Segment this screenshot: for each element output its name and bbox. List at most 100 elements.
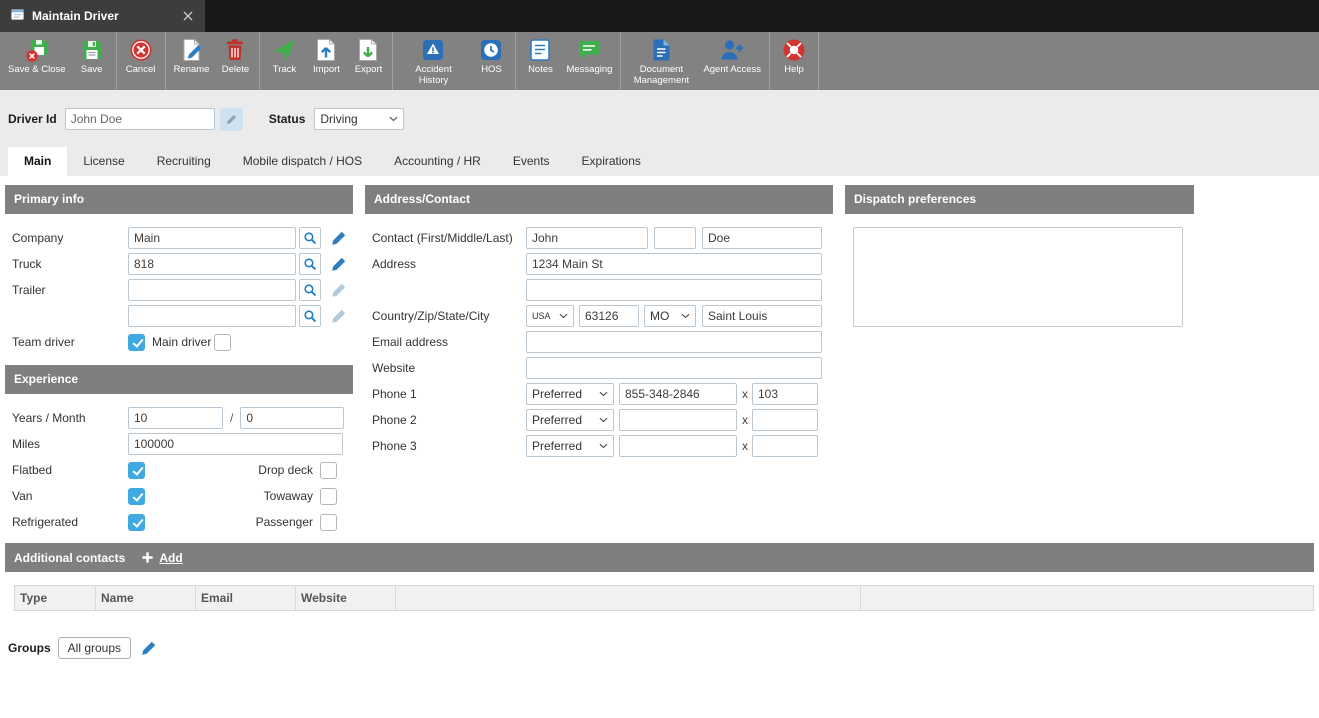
groups-edit-icon[interactable] (140, 640, 157, 657)
phone2-row: Phone 2 Preferred x (365, 407, 833, 433)
years-input[interactable] (128, 407, 223, 429)
drop-deck-checkbox[interactable] (320, 462, 337, 479)
search-icon (303, 257, 317, 271)
phone2-number-input[interactable] (619, 409, 737, 431)
close-icon[interactable] (181, 9, 195, 23)
trailer2-input[interactable] (128, 305, 296, 327)
notes-button[interactable]: Notes (519, 32, 561, 90)
tab-accounting-hr[interactable]: Accounting / HR (378, 147, 497, 176)
toolbar-button-label: Delete (222, 64, 249, 75)
years-month-separator: / (230, 411, 233, 425)
phone3-ext-label: x (742, 439, 748, 453)
trailer-search-button[interactable] (299, 279, 321, 301)
email-input[interactable] (526, 331, 822, 353)
first-name-input[interactable] (526, 227, 648, 249)
toolbar-button-label: Save (81, 64, 103, 75)
website-input[interactable] (526, 357, 822, 379)
company-search-button[interactable] (299, 227, 321, 249)
accident-history-button[interactable]: Accident History (396, 32, 470, 90)
rename-button[interactable]: Rename (169, 32, 215, 90)
truck-input[interactable] (128, 253, 296, 275)
country-select[interactable]: USA (526, 305, 574, 327)
phone1-row: Phone 1 Preferred x (365, 381, 833, 407)
city-input[interactable] (702, 305, 822, 327)
add-contact-button[interactable]: Add (141, 551, 182, 565)
years-month-row: Years / Month / (5, 405, 353, 431)
titlebar: Maintain Driver (0, 0, 1319, 32)
zip-input[interactable] (579, 305, 639, 327)
truck-search-button[interactable] (299, 253, 321, 275)
save-button[interactable]: Save (71, 32, 113, 90)
help-button[interactable]: Help (773, 32, 815, 90)
address-label: Address (372, 257, 526, 271)
address-line1-input[interactable] (526, 253, 822, 275)
passenger-checkbox[interactable] (320, 514, 337, 531)
phone1-ext-input[interactable] (752, 383, 818, 405)
miles-input[interactable] (128, 433, 343, 455)
messaging-button[interactable]: Messaging (561, 32, 617, 90)
middle-name-input[interactable] (654, 227, 696, 249)
delete-button[interactable]: Delete (214, 32, 256, 90)
phone1-label: Phone 1 (372, 387, 526, 401)
toolbar-button-label: Cancel (126, 64, 156, 75)
phone2-type-select[interactable]: Preferred (526, 409, 614, 431)
window-tab-maintain-driver[interactable]: Maintain Driver (0, 0, 205, 32)
tab-recruiting[interactable]: Recruiting (141, 147, 227, 176)
company-edit-icon[interactable] (330, 230, 347, 247)
state-select[interactable]: MO (644, 305, 696, 327)
driver-id-edit-button[interactable] (220, 108, 243, 131)
towaway-checkbox[interactable] (320, 488, 337, 505)
tab-mobile-dispatch-hos[interactable]: Mobile dispatch / HOS (227, 147, 378, 176)
column-header-email[interactable]: Email (196, 586, 296, 610)
save-and-close-button[interactable]: Save & Close (3, 32, 71, 90)
flatbed-checkbox[interactable] (128, 462, 145, 479)
pencil-icon (225, 113, 238, 126)
van-checkbox[interactable] (128, 488, 145, 505)
status-select[interactable]: Driving (314, 108, 404, 130)
search-icon (303, 309, 317, 323)
month-input[interactable] (240, 407, 344, 429)
trailer2-edit-icon (330, 308, 347, 325)
column-header-type[interactable]: Type (15, 586, 96, 610)
agent-access-button[interactable]: Agent Access (698, 32, 766, 90)
phone3-ext-input[interactable] (752, 435, 818, 457)
driver-id-input[interactable] (65, 108, 215, 130)
column-header-name[interactable]: Name (96, 586, 196, 610)
document-management-button[interactable]: Document Management (624, 32, 698, 90)
hos-button[interactable]: HOS (470, 32, 512, 90)
phone1-number-input[interactable] (619, 383, 737, 405)
refrigerated-checkbox[interactable] (128, 514, 145, 531)
phone1-type-select[interactable]: Preferred (526, 383, 614, 405)
truck-edit-icon[interactable] (330, 256, 347, 273)
trailer2-search-button[interactable] (299, 305, 321, 327)
dispatch-preferences-panel: Dispatch preferences (845, 185, 1194, 327)
column-header-website[interactable]: Website (296, 586, 396, 610)
address-line2-input[interactable] (526, 279, 822, 301)
phone3-number-input[interactable] (619, 435, 737, 457)
trailer-edit-icon (330, 282, 347, 299)
address-contact-panel: Address/Contact Contact (First/Middle/La… (365, 185, 833, 459)
team-driver-checkbox[interactable] (128, 334, 145, 351)
import-button[interactable]: Import (305, 32, 347, 90)
country-zip-state-city-label: Country/Zip/State/City (372, 309, 526, 323)
tab-license[interactable]: License (67, 147, 140, 176)
tab-events[interactable]: Events (497, 147, 566, 176)
last-name-input[interactable] (702, 227, 822, 249)
tab-main[interactable]: Main (8, 147, 67, 176)
phone2-label: Phone 2 (372, 413, 526, 427)
cancel-button[interactable]: Cancel (120, 32, 162, 90)
miles-label: Miles (12, 437, 128, 451)
country-zip-state-city-row: Country/Zip/State/City USA MO (365, 303, 833, 329)
contact-name-row: Contact (First/Middle/Last) (365, 225, 833, 251)
trailer-row: Trailer (5, 277, 353, 303)
track-button[interactable]: Track (263, 32, 305, 90)
export-button[interactable]: Export (347, 32, 389, 90)
main-driver-checkbox[interactable] (214, 334, 231, 351)
toolbar: Save & Close Save Cancel Rename (0, 32, 1319, 90)
phone3-type-select[interactable]: Preferred (526, 435, 614, 457)
company-input[interactable] (128, 227, 296, 249)
tab-expirations[interactable]: Expirations (566, 147, 657, 176)
all-groups-button[interactable]: All groups (58, 637, 131, 659)
phone2-ext-input[interactable] (752, 409, 818, 431)
trailer-input[interactable] (128, 279, 296, 301)
